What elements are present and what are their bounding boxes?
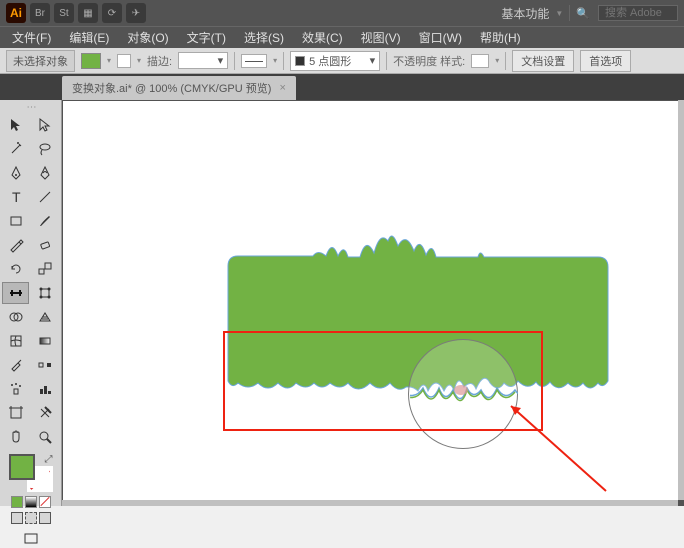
curvature-tool[interactable] xyxy=(31,162,58,184)
control-bar: 未选择对象 ▾ ▾ 描边: ▾ ▾ 5 点圆形 ▾ 不透明度 样式: ▾ 文档设… xyxy=(0,48,684,74)
app-logo: Ai xyxy=(6,3,26,23)
menu-select[interactable]: 选择(S) xyxy=(236,27,292,48)
close-icon[interactable]: × xyxy=(279,82,285,94)
fill-swatch[interactable] xyxy=(9,454,35,480)
rectangle-tool[interactable] xyxy=(2,210,29,232)
menu-effect[interactable]: 效果(C) xyxy=(294,27,351,48)
brush-dropdown[interactable]: 5 点圆形 ▾ xyxy=(290,51,380,71)
opacity-box[interactable] xyxy=(471,54,489,68)
direct-selection-tool[interactable] xyxy=(31,114,58,136)
br-icon[interactable]: Br xyxy=(30,3,50,23)
workspace xyxy=(62,100,684,506)
perspective-grid-tool[interactable] xyxy=(31,306,58,328)
highlight-box xyxy=(223,331,543,431)
pencil-tool[interactable] xyxy=(2,234,29,256)
st-icon[interactable]: St xyxy=(54,3,74,23)
search-input[interactable] xyxy=(598,5,678,21)
draw-inside[interactable] xyxy=(39,512,51,524)
column-graph-tool[interactable] xyxy=(31,378,58,400)
scrollbar-horizontal[interactable] xyxy=(62,500,678,506)
fill-color-swatch[interactable] xyxy=(81,53,101,69)
magic-wand-tool[interactable] xyxy=(2,138,29,160)
titlebar: Ai Br St ▦ ⟳ ✈ 基本功能 ▼ 🔍 xyxy=(0,0,684,26)
stroke-style-preview[interactable] xyxy=(241,54,267,68)
slice-tool[interactable] xyxy=(31,402,58,424)
color-mode-none[interactable] xyxy=(39,496,51,508)
menu-edit[interactable]: 编辑(E) xyxy=(61,27,117,48)
workspace-mode[interactable]: 基本功能 xyxy=(501,5,549,22)
hand-tool[interactable] xyxy=(2,426,29,448)
shape-builder-tool[interactable] xyxy=(2,306,29,328)
toolbox: T ⤢ xyxy=(0,100,62,506)
canvas[interactable] xyxy=(63,101,678,500)
menu-type[interactable]: 文字(T) xyxy=(179,27,234,48)
menubar: 文件(F) 编辑(E) 对象(O) 文字(T) 选择(S) 效果(C) 视图(V… xyxy=(0,26,684,48)
stroke-label: 描边: xyxy=(147,53,172,69)
svg-text:T: T xyxy=(12,189,21,205)
pen-tool[interactable] xyxy=(2,162,29,184)
type-tool[interactable]: T xyxy=(2,186,29,208)
brush-preview-icon xyxy=(295,56,305,66)
gradient-tool[interactable] xyxy=(31,330,58,352)
layout-icon[interactable]: ▦ xyxy=(78,3,98,23)
annotation-arrow xyxy=(511,406,621,496)
free-transform-tool[interactable] xyxy=(31,282,58,304)
line-tool[interactable] xyxy=(31,186,58,208)
tab-bar: 变换对象.ai* @ 100% (CMYK/GPU 预览) × xyxy=(0,74,684,100)
scrollbar-vertical[interactable] xyxy=(678,100,684,500)
menu-file[interactable]: 文件(F) xyxy=(4,27,59,48)
color-mode-gradient[interactable] xyxy=(25,496,37,508)
stroke-weight-input[interactable]: ▾ xyxy=(178,52,228,69)
opacity-dropdown-icon[interactable]: ▾ xyxy=(495,56,499,65)
search-icon: 🔍 xyxy=(576,7,590,20)
color-mode-row xyxy=(2,496,59,508)
draw-normal[interactable] xyxy=(11,512,23,524)
doc-setup-button[interactable]: 文档设置 xyxy=(512,50,574,72)
draw-behind[interactable] xyxy=(25,512,37,524)
paintbrush-tool[interactable] xyxy=(31,210,58,232)
preferences-button[interactable]: 首选项 xyxy=(580,50,631,72)
stroke-color-box[interactable] xyxy=(117,54,131,68)
zoom-tool[interactable] xyxy=(31,426,58,448)
sync-icon[interactable]: ⟳ xyxy=(102,3,122,23)
swap-fill-stroke-icon[interactable]: ⤢ xyxy=(45,454,53,465)
plane-icon[interactable]: ✈ xyxy=(126,3,146,23)
menu-view[interactable]: 视图(V) xyxy=(353,27,409,48)
width-tool[interactable] xyxy=(2,282,29,304)
menu-window[interactable]: 窗口(W) xyxy=(411,27,470,48)
screen-mode-button[interactable] xyxy=(20,530,42,548)
selection-label: 未选择对象 xyxy=(6,50,75,72)
artboard-tool[interactable] xyxy=(2,402,29,424)
fill-stroke-controls[interactable]: ⤢ xyxy=(9,454,53,492)
stroke-color-dropdown-icon[interactable]: ▾ xyxy=(137,56,141,65)
fill-dropdown-icon[interactable]: ▾ xyxy=(107,56,111,65)
tab-title: 变换对象.ai* @ 100% (CMYK/GPU 预览) xyxy=(72,80,271,96)
symbol-sprayer-tool[interactable] xyxy=(2,378,29,400)
toolbox-grip[interactable] xyxy=(2,104,59,110)
draw-mode-row xyxy=(2,512,59,524)
screen-mode-row xyxy=(2,530,59,548)
mesh-tool[interactable] xyxy=(2,330,29,352)
blend-tool[interactable] xyxy=(31,354,58,376)
menu-help[interactable]: 帮助(H) xyxy=(472,27,529,48)
eyedropper-tool[interactable] xyxy=(2,354,29,376)
color-mode-solid[interactable] xyxy=(11,496,23,508)
selection-tool[interactable] xyxy=(2,114,29,136)
opacity-label: 不透明度 样式: xyxy=(393,53,465,69)
eraser-tool[interactable] xyxy=(31,234,58,256)
lasso-tool[interactable] xyxy=(31,138,58,160)
menu-object[interactable]: 对象(O) xyxy=(119,27,176,48)
document-tab[interactable]: 变换对象.ai* @ 100% (CMYK/GPU 预览) × xyxy=(62,76,296,100)
rotate-tool[interactable] xyxy=(2,258,29,280)
chevron-down-icon[interactable]: ▼ xyxy=(555,9,563,18)
stroke-style-dropdown-icon[interactable]: ▾ xyxy=(273,56,277,65)
scale-tool[interactable] xyxy=(31,258,58,280)
